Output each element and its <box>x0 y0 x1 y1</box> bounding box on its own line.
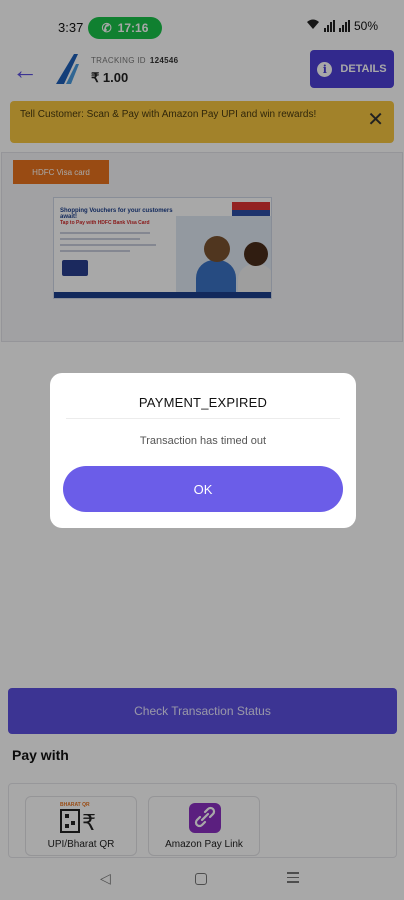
dialog-message: Transaction has timed out <box>139 435 267 447</box>
ok-button[interactable]: OK <box>63 466 343 512</box>
dialog-divider <box>66 418 340 419</box>
payment-expired-dialog: PAYMENT_EXPIRED Transaction has timed ou… <box>50 373 356 528</box>
dialog-title: PAYMENT_EXPIRED <box>138 395 268 410</box>
